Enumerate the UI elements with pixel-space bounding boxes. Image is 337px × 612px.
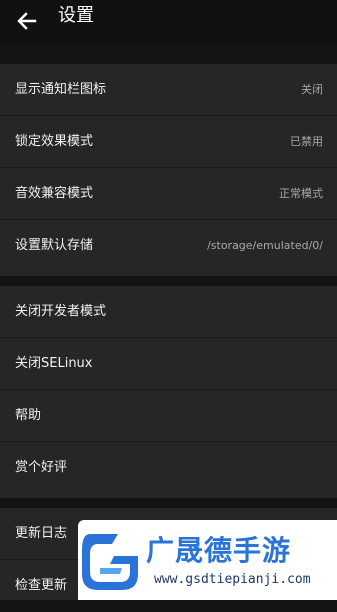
watermark-brand-name: 广晟德手游 — [146, 534, 292, 567]
setting-default-storage[interactable]: 设置默认存储 /storage/emulated/0/ — [0, 220, 337, 272]
setting-label: 关闭SELinux — [15, 356, 93, 371]
setting-label: 音效兼容模式 — [15, 186, 94, 201]
settings-group-general: 显示通知栏图标 关闭 锁定效果模式 已禁用 音效兼容模式 正常模式 设置默认存储… — [0, 64, 337, 276]
setting-label: 显示通知栏图标 — [15, 82, 107, 97]
section-divider — [0, 276, 337, 286]
setting-label: 更新日志 — [15, 526, 68, 541]
brand-logo-icon — [82, 534, 138, 590]
page-title: 设置 — [58, 5, 94, 26]
arrow-left-icon — [17, 12, 37, 30]
setting-label: 帮助 — [15, 408, 42, 423]
setting-audio-compat-mode[interactable]: 音效兼容模式 正常模式 — [0, 168, 337, 220]
watermark-url: www.gsdtiepianji.com — [154, 572, 311, 587]
watermark-overlay: 广晟德手游 www.gsdtiepianji.com — [78, 520, 337, 600]
setting-value: 关闭 — [301, 83, 323, 96]
setting-label: 设置默认存储 — [15, 238, 94, 253]
setting-label: 赏个好评 — [15, 460, 68, 475]
setting-notification-icon[interactable]: 显示通知栏图标 关闭 — [0, 64, 337, 116]
setting-label: 锁定效果模式 — [15, 134, 94, 149]
section-divider — [0, 498, 337, 508]
setting-help[interactable]: 帮助 — [0, 390, 337, 442]
setting-label: 关闭开发者模式 — [15, 304, 107, 319]
app-bar: 设置 — [0, 0, 337, 44]
back-button[interactable] — [14, 8, 40, 34]
settings-group-system: 关闭开发者模式 关闭SELinux 帮助 赏个好评 — [0, 286, 337, 498]
setting-disable-developer-mode[interactable]: 关闭开发者模式 — [0, 286, 337, 338]
section-divider — [0, 44, 337, 64]
setting-label: 检查更新 — [15, 578, 68, 593]
setting-disable-selinux[interactable]: 关闭SELinux — [0, 338, 337, 390]
setting-lock-effect-mode[interactable]: 锁定效果模式 已禁用 — [0, 116, 337, 168]
setting-value: 已禁用 — [290, 135, 323, 148]
setting-value: /storage/emulated/0/ — [207, 239, 323, 252]
setting-rate-app[interactable]: 赏个好评 — [0, 442, 337, 494]
setting-value: 正常模式 — [279, 187, 323, 200]
